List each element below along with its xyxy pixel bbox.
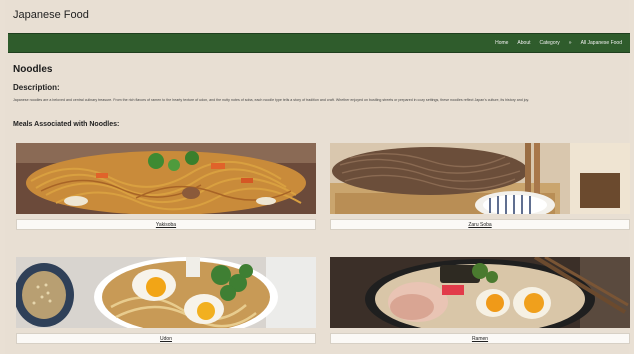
nav-category-link[interactable]: Category	[540, 40, 560, 46]
udon-image[interactable]	[16, 257, 316, 328]
nav-links: Home About Category » All Japanese Food	[495, 40, 622, 46]
nav-all-japanese-food-link[interactable]: All Japanese Food	[581, 40, 622, 46]
meal-card-yakisoba[interactable]: Yakisoba	[16, 143, 316, 230]
page-title: Noodles	[13, 64, 53, 75]
meal-card-ramen[interactable]: Ramen	[330, 257, 630, 344]
site-title: Japanese Food	[13, 9, 89, 21]
yakisoba-image[interactable]	[16, 143, 316, 214]
nav-home-link[interactable]: Home	[495, 40, 508, 46]
yakisoba-label[interactable]: Yakisoba	[16, 219, 316, 230]
meals-heading: Meals Associated with Noodles:	[13, 121, 120, 128]
nav-about-link[interactable]: About	[517, 40, 530, 46]
description-heading: Description:	[13, 83, 60, 92]
zaru-soba-label[interactable]: Zaru Soba	[330, 219, 630, 230]
meal-card-udon[interactable]: Udon	[16, 257, 316, 344]
nav-separator: »	[568, 40, 572, 46]
zaru-soba-image[interactable]	[330, 143, 630, 214]
description-text: Japanese noodles are a beloved and centr…	[13, 98, 530, 102]
udon-label[interactable]: Udon	[16, 333, 316, 344]
ramen-label[interactable]: Ramen	[330, 333, 630, 344]
ramen-image[interactable]	[330, 257, 630, 328]
main-navbar: Home About Category » All Japanese Food	[8, 33, 630, 53]
meal-card-zaru-soba[interactable]: Zaru Soba	[330, 143, 630, 230]
